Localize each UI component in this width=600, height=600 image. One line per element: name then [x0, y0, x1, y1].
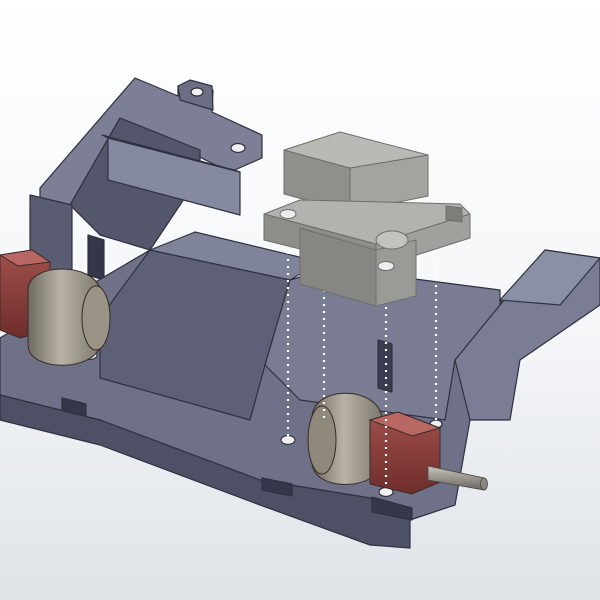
servo-hole-left [279, 209, 297, 219]
chassis-left-slot [87, 234, 105, 281]
servo-hole-right [377, 261, 395, 271]
servo-flange-notch [445, 205, 463, 223]
servo-lower-front [375, 239, 417, 307]
left-motor-can-face [81, 285, 111, 351]
cad-viewport[interactable] [0, 0, 600, 600]
assembly-scene [0, 77, 600, 549]
chassis-tab-hole [190, 87, 204, 97]
right-motor-can-face [307, 405, 337, 475]
servo-horn-boss [375, 230, 409, 250]
chassis-hole-4 [230, 142, 246, 154]
chassis-hole-2 [280, 434, 296, 446]
